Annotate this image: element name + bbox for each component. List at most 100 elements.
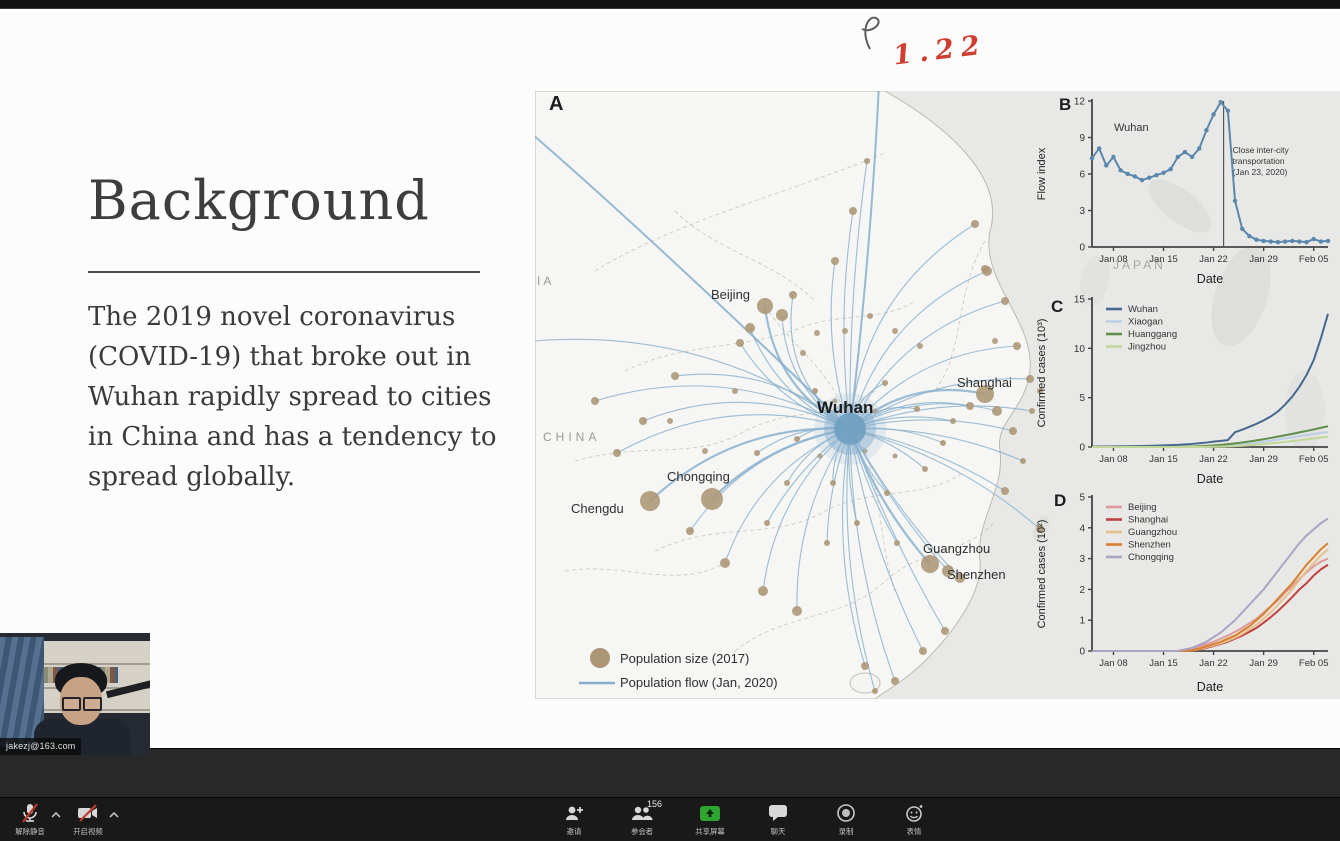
svg-text:6: 6 xyxy=(1079,170,1085,181)
svg-text:transportation: transportation xyxy=(1233,156,1285,166)
svg-text:Close inter-city: Close inter-city xyxy=(1233,145,1290,155)
map-label-shanghai: Shanghai xyxy=(957,375,1012,390)
confirmed-cases-cities-chart: 012345Jan 08Jan 15Jan 22Jan 29Feb 05Date… xyxy=(1032,487,1340,695)
svg-text:Jan 08: Jan 08 xyxy=(1099,658,1128,669)
legend-population-label: Population size (2017) xyxy=(620,651,749,666)
svg-text:Jan 22: Jan 22 xyxy=(1199,454,1228,465)
svg-text:Wuhan: Wuhan xyxy=(1128,304,1158,315)
chat-button[interactable]: 聊天 xyxy=(756,801,800,837)
slide-body-text: The 2019 novel coronavirus (COVID-19) th… xyxy=(88,297,502,497)
map-label-chengdu: Chengdu xyxy=(571,501,624,516)
record-button[interactable]: 录制 xyxy=(824,801,868,837)
china-landmass xyxy=(535,91,1030,699)
svg-text:(Jan 23, 2020): (Jan 23, 2020) xyxy=(1233,167,1288,177)
svg-text:Jan 15: Jan 15 xyxy=(1149,658,1178,669)
svg-text:10: 10 xyxy=(1074,344,1086,355)
svg-text:Confirmed cases (10²): Confirmed cases (10²) xyxy=(1036,520,1048,629)
svg-text:Shanghai: Shanghai xyxy=(1128,515,1168,526)
svg-text:0: 0 xyxy=(1079,243,1085,254)
svg-text:Wuhan: Wuhan xyxy=(1114,122,1149,134)
svg-text:0: 0 xyxy=(1079,647,1085,658)
svg-text:Guangzhou: Guangzhou xyxy=(1128,527,1177,538)
invite-icon xyxy=(563,801,585,825)
confirmed-cases-hubei-chart: 051015Jan 08Jan 15Jan 22Jan 29Feb 05Date… xyxy=(1032,289,1340,487)
map-label-guangzhou: Guangzhou xyxy=(923,541,990,556)
chat-label: 聊天 xyxy=(771,826,786,836)
svg-text:Date: Date xyxy=(1197,472,1223,486)
svg-text:Jan 08: Jan 08 xyxy=(1099,454,1128,465)
unmute-button[interactable]: 解除静音 xyxy=(8,801,52,837)
panel-label-d: D xyxy=(1054,491,1066,511)
svg-text:1: 1 xyxy=(1079,616,1085,627)
svg-text:Feb 05: Feb 05 xyxy=(1299,454,1329,465)
legend-population-dot xyxy=(590,648,610,668)
map-label-shenzhen: Shenzhen xyxy=(947,567,1006,582)
svg-text:Flow index: Flow index xyxy=(1036,147,1048,200)
slide-title: Background xyxy=(88,169,430,232)
shared-screen-slide: Background The 2019 novel coronavirus (C… xyxy=(0,9,1340,748)
participant-name-label: jakezj@163.com xyxy=(0,738,81,755)
map-label-wuhan: Wuhan xyxy=(817,398,873,417)
map-label-chongqing: Chongqing xyxy=(667,469,730,484)
share-screen-label: 共享屏幕 xyxy=(695,826,724,836)
svg-text:Date: Date xyxy=(1197,680,1223,694)
svg-text:2: 2 xyxy=(1079,585,1085,596)
pen-squiggle-mark xyxy=(848,9,892,51)
panel-label-a: A xyxy=(549,93,563,116)
window-top-bar xyxy=(0,0,1340,9)
handwritten-date-annotation: 1.22 xyxy=(891,29,988,71)
svg-text:Confirmed cases (10³): Confirmed cases (10³) xyxy=(1036,319,1048,428)
panel-label-b: B xyxy=(1059,95,1071,115)
reactions-label: 表情 xyxy=(907,826,922,836)
participants-label: 参会者 xyxy=(631,826,653,836)
map-label-beijing: Beijing xyxy=(711,287,750,302)
start-video-button[interactable]: 开启视频 xyxy=(66,801,110,837)
webcam-video-thumbnail[interactable]: jakezj@163.com xyxy=(0,633,150,755)
svg-text:3: 3 xyxy=(1079,554,1085,565)
svg-text:Shenzhen: Shenzhen xyxy=(1128,540,1171,551)
participants-button[interactable]: 156 参会者 xyxy=(620,801,664,837)
camera-muted-icon xyxy=(76,801,100,825)
svg-text:5: 5 xyxy=(1079,393,1085,404)
flow-index-chart: 036912Jan 08Jan 15Jan 22Jan 29Feb 05Date… xyxy=(1032,91,1340,287)
svg-text:Feb 05: Feb 05 xyxy=(1299,658,1329,669)
bottom-spacer-strip xyxy=(0,748,1340,798)
record-label: 录制 xyxy=(839,826,854,836)
zoom-toolbar: 解除静音 开启视频 xyxy=(0,797,1340,841)
presenter-face xyxy=(60,677,102,725)
chat-icon xyxy=(767,801,789,825)
svg-text:Jan 22: Jan 22 xyxy=(1199,254,1228,265)
reactions-icon xyxy=(904,801,924,825)
unmute-label: 解除静音 xyxy=(15,826,44,836)
glasses-right-lens xyxy=(83,697,102,711)
participants-count-badge: 156 xyxy=(647,799,662,809)
region-label-partial: IA xyxy=(537,274,554,288)
svg-text:Xiaogan: Xiaogan xyxy=(1128,317,1163,328)
svg-text:Jan 29: Jan 29 xyxy=(1249,454,1278,465)
svg-text:9: 9 xyxy=(1079,133,1085,144)
svg-text:Feb 05: Feb 05 xyxy=(1299,254,1329,265)
figure-panel-group: IA CHINA JAPAN Beijing Shanghai Wuhan Ch… xyxy=(535,91,1340,699)
svg-text:15: 15 xyxy=(1074,295,1086,306)
reactions-button[interactable]: 表情 xyxy=(892,801,936,837)
mic-muted-icon xyxy=(20,801,40,825)
svg-text:4: 4 xyxy=(1079,523,1085,534)
svg-text:3: 3 xyxy=(1079,206,1085,217)
record-icon xyxy=(836,801,856,825)
svg-text:Chongqing: Chongqing xyxy=(1128,552,1174,563)
legend-flow-label: Population flow (Jan, 2020) xyxy=(620,675,778,690)
title-divider xyxy=(88,271,480,273)
svg-text:Jan 08: Jan 08 xyxy=(1099,254,1128,265)
share-screen-button[interactable]: 共享屏幕 xyxy=(688,801,732,837)
invite-label: 邀请 xyxy=(567,826,582,836)
svg-text:Jan 22: Jan 22 xyxy=(1199,658,1228,669)
start-video-label: 开启视频 xyxy=(73,826,102,836)
share-screen-icon xyxy=(700,801,720,825)
svg-text:Jan 29: Jan 29 xyxy=(1249,254,1278,265)
region-label-china: CHINA xyxy=(543,430,600,444)
svg-text:Beijing: Beijing xyxy=(1128,502,1157,513)
invite-button[interactable]: 邀请 xyxy=(552,801,596,837)
svg-text:5: 5 xyxy=(1079,493,1085,504)
glasses-left-lens xyxy=(62,697,81,711)
svg-text:Jan 15: Jan 15 xyxy=(1149,454,1178,465)
